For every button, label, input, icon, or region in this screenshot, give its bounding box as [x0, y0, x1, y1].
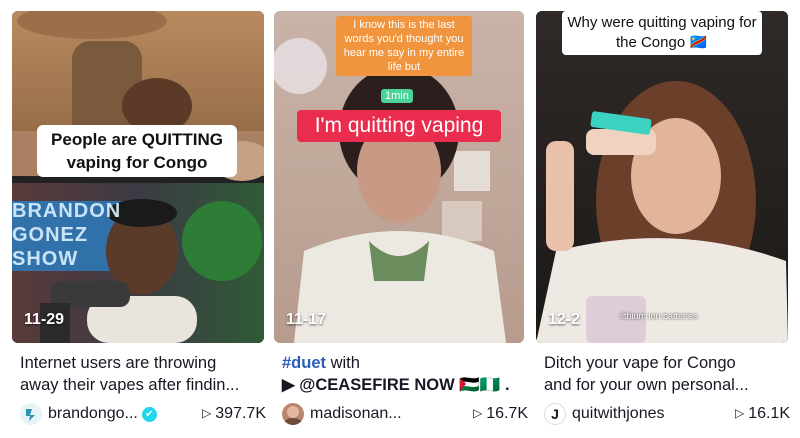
hashtag-duet[interactable]: #duet — [282, 354, 326, 372]
video-card-1[interactable]: People are QUITTING vaping for Congo BRA… — [12, 0, 266, 438]
video-meta: madisonan... ▷ 16.7K — [282, 403, 528, 427]
desc-line-2: ▶ @CEASEFIRE NOW 🇵🇸🇳🇬 . — [282, 376, 510, 394]
play-icon: ▷ — [734, 406, 745, 420]
studio-sign: BRANDON GONEZ SHOW — [12, 200, 122, 269]
view-count: ▷ 397.7K — [202, 405, 266, 422]
video-card-2[interactable]: I know this is the last words you'd thou… — [274, 0, 528, 438]
main-caption: I'm quitting vaping — [297, 110, 501, 142]
thumbnail-image — [12, 11, 264, 343]
inner-caption: lithium ion batteries — [620, 311, 698, 321]
avatar[interactable] — [282, 403, 304, 425]
username[interactable]: brandongo... ✔ — [48, 405, 157, 423]
view-count: ▷ 16.1K — [734, 405, 790, 422]
desc-line-2: and for your own personal... — [544, 376, 749, 394]
desc-line-1: #duet with — [282, 354, 360, 372]
verified-badge-icon: ✔ — [141, 407, 157, 422]
video-meta: J quitwithjones ▷ 16.1K — [544, 403, 790, 427]
video-meta: brandongo... ✔ ▷ 397.7K — [20, 403, 266, 427]
duration-badge: 1min — [381, 89, 413, 103]
video-thumbnail[interactable]: I know this is the last words you'd thou… — [274, 11, 524, 343]
view-count: ▷ 16.7K — [472, 405, 528, 422]
desc-line-2: away their vapes after findin... — [20, 376, 240, 394]
username[interactable]: madisonan... — [310, 405, 402, 423]
desc-line-1: Ditch your vape for Congo — [544, 354, 736, 372]
desc-line-1: Internet users are throwing — [20, 354, 217, 372]
play-icon: ▷ — [472, 406, 483, 420]
avatar-letter: J — [551, 406, 559, 422]
video-date: 12-2 — [548, 311, 581, 328]
avatar-photo — [283, 406, 303, 425]
video-description[interactable]: Internet users are throwing away their v… — [20, 352, 266, 396]
play-icon: ▷ — [202, 406, 212, 420]
video-thumbnail[interactable]: People are QUITTING vaping for Congo BRA… — [12, 11, 264, 343]
video-description[interactable]: Ditch your vape for Congo and for your o… — [544, 352, 790, 396]
thumbnail-caption: People are QUITTING vaping for Congo — [37, 125, 237, 177]
avatar[interactable]: J — [544, 403, 566, 425]
video-card-3[interactable]: Why were quitting vaping for the Congo 🇨… — [536, 0, 790, 438]
video-date: 11-29 — [24, 311, 65, 328]
avatar[interactable] — [20, 403, 42, 425]
overlay-text: Why were quitting vaping for the Congo 🇨… — [562, 11, 762, 55]
thumbnail-image — [536, 11, 788, 343]
video-date: 11-17 — [286, 311, 327, 328]
brand-logo-icon — [26, 409, 35, 421]
overlay-text: I know this is the last words you'd thou… — [336, 16, 472, 76]
video-description[interactable]: #duet with ▶ @CEASEFIRE NOW 🇵🇸🇳🇬 . — [282, 352, 528, 396]
video-thumbnail[interactable]: Why were quitting vaping for the Congo 🇨… — [536, 11, 788, 343]
username[interactable]: quitwithjones — [572, 405, 665, 423]
